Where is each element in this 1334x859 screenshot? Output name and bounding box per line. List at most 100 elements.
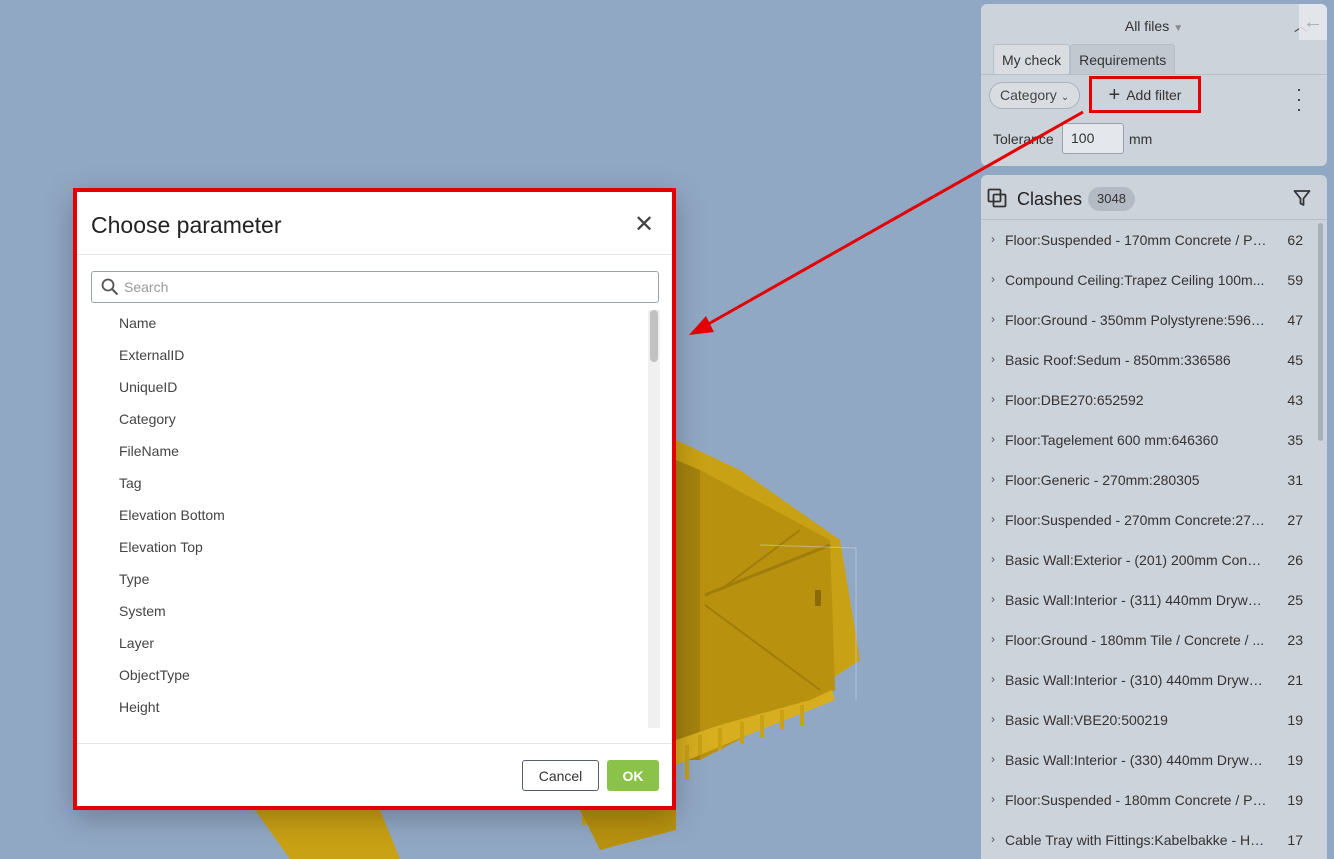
clash-item-count: 21 (1287, 672, 1303, 688)
parameter-option[interactable]: System (77, 595, 647, 627)
chevron-right-icon[interactable]: › (991, 552, 995, 566)
parameter-option[interactable]: Type (77, 563, 647, 595)
cancel-button[interactable]: Cancel (522, 760, 599, 791)
files-selector[interactable]: All files ▼ (981, 18, 1327, 34)
clash-item-count: 25 (1287, 592, 1303, 608)
clash-list-scrollbar[interactable] (1318, 223, 1323, 441)
parameter-option[interactable]: Height (77, 691, 647, 723)
chevron-right-icon[interactable]: › (991, 472, 995, 486)
parameter-option[interactable]: Layer (77, 627, 647, 659)
clash-row[interactable]: › Floor:Tagelement 600 mm:646360 35 (981, 420, 1315, 460)
clash-item-count: 17 (1287, 832, 1303, 848)
clashes-count-badge: 3048 (1088, 187, 1135, 211)
parameter-option[interactable]: UniqueID (77, 371, 647, 403)
files-label[interactable]: All files (1125, 18, 1169, 34)
chevron-right-icon[interactable]: › (991, 592, 995, 606)
clash-row[interactable]: › Cable Tray with Fittings:Kabelbakke - H… (981, 820, 1315, 859)
clash-row[interactable]: › Basic Wall:VBE20:500219 19 (981, 700, 1315, 740)
dialog-title: Choose parameter (91, 212, 282, 238)
check-settings-panel: All files▼ ︿ ← My check Requirements Cat… (981, 4, 1327, 166)
choose-parameter-dialog: Choose parameter ✕ NameExternalIDUniqueI… (73, 188, 676, 810)
plus-icon: + (1108, 83, 1121, 106)
clash-row[interactable]: › Basic Wall:Interior - (310) 440mm Drywa… (981, 660, 1315, 700)
chevron-right-icon[interactable]: › (991, 632, 995, 646)
chevron-right-icon[interactable]: › (991, 352, 995, 366)
chevron-right-icon[interactable]: › (991, 832, 995, 846)
chevron-right-icon[interactable]: › (991, 432, 995, 446)
clash-row[interactable]: › Floor:Suspended - 170mm Concrete / Po..… (981, 220, 1315, 260)
tab-requirements[interactable]: Requirements (1070, 44, 1176, 75)
parameter-option[interactable]: Elevation Bottom (77, 499, 647, 531)
clash-name: Floor:Ground - 180mm Tile / Concrete / .… (1005, 632, 1265, 648)
chevron-right-icon[interactable]: › (991, 672, 995, 686)
chevron-right-icon[interactable]: › (991, 392, 995, 406)
scrollbar-thumb[interactable] (650, 310, 658, 362)
search-input[interactable] (124, 272, 644, 302)
ok-button[interactable]: OK (607, 760, 659, 791)
clash-name: Floor:Generic - 270mm:280305 (1005, 472, 1200, 488)
chevron-down-icon: ⌄ (1060, 92, 1070, 103)
chevron-right-icon[interactable]: › (991, 512, 995, 526)
chevron-right-icon[interactable]: › (991, 752, 995, 766)
parameter-list-scrollbar[interactable] (648, 310, 660, 728)
chevron-right-icon[interactable]: › (991, 312, 995, 326)
clash-item-count: 45 (1287, 352, 1303, 368)
clash-row[interactable]: › Floor:DBE270:652592 43 (981, 380, 1315, 420)
clash-row[interactable]: › Basic Roof:Sedum - 850mm:336586 45 (981, 340, 1315, 380)
chevron-right-icon[interactable]: › (991, 792, 995, 806)
clash-item-count: 26 (1287, 552, 1303, 568)
clash-row[interactable]: › Compound Ceiling:Trapez Ceiling 100m...… (981, 260, 1315, 300)
category-chip-label: Category (1000, 87, 1057, 103)
parameter-option[interactable]: ExternalID (77, 339, 647, 371)
clash-name: Floor:Suspended - 270mm Concrete:275... (1005, 512, 1267, 528)
tolerance-input[interactable]: 100 (1062, 123, 1124, 154)
clash-item-count: 19 (1287, 712, 1303, 728)
clash-name: Basic Roof:Sedum - 850mm:336586 (1005, 352, 1231, 368)
arrow-left-icon[interactable]: ← (1299, 4, 1327, 40)
chevron-right-icon[interactable]: › (991, 712, 995, 726)
clash-name: Floor:Suspended - 180mm Concrete / Po... (1005, 792, 1267, 808)
more-options-icon[interactable]: · · · (1296, 80, 1302, 118)
clash-row[interactable]: › Floor:Suspended - 180mm Concrete / Po..… (981, 780, 1315, 820)
search-box[interactable] (91, 271, 659, 303)
tab-bar: My check Requirements (993, 44, 1176, 75)
add-filter-button[interactable]: + Add filter (1089, 76, 1201, 113)
parameter-option[interactable]: Category (77, 403, 647, 435)
close-icon[interactable]: ✕ (634, 210, 654, 239)
clash-row[interactable]: › Floor:Ground - 350mm Polystyrene:5966..… (981, 300, 1315, 340)
clash-item-count: 43 (1287, 392, 1303, 408)
parameter-option[interactable]: Elevation Top (77, 531, 647, 563)
clash-name: Basic Wall:Interior - (330) 440mm Drywa.… (1005, 752, 1267, 768)
clash-row[interactable]: › Floor:Suspended - 270mm Concrete:275...… (981, 500, 1315, 540)
clash-item-count: 19 (1287, 752, 1303, 768)
clash-name: Floor:Ground - 350mm Polystyrene:5966... (1005, 312, 1267, 328)
clash-row[interactable]: › Basic Wall:Interior - (311) 440mm Drywa… (981, 580, 1315, 620)
add-filter-label: Add filter (1126, 86, 1182, 103)
clash-item-count: 47 (1287, 312, 1303, 328)
parameter-option[interactable]: FileName (77, 435, 647, 467)
clash-item-count: 35 (1287, 432, 1303, 448)
clash-row[interactable]: › Floor:Ground - 180mm Tile / Concrete / … (981, 620, 1315, 660)
tab-my-check[interactable]: My check (993, 44, 1071, 75)
clash-row[interactable]: › Basic Wall:Interior - (330) 440mm Drywa… (981, 740, 1315, 780)
clash-name: Basic Wall:Exterior - (201) 200mm Concr.… (1005, 552, 1267, 568)
dialog-divider (77, 254, 672, 255)
clash-row[interactable]: › Floor:Generic - 270mm:280305 31 (981, 460, 1315, 500)
tab-divider (981, 74, 1327, 75)
tolerance-label: Tolerance (993, 131, 1054, 147)
category-filter-chip[interactable]: Category ⌄ (989, 82, 1081, 109)
filter-icon[interactable] (1293, 189, 1311, 207)
parameter-option[interactable]: Name (77, 307, 647, 339)
clash-name: Floor:DBE270:652592 (1005, 392, 1144, 408)
caret-down-icon[interactable]: ▼ (1173, 23, 1183, 34)
tolerance-unit: mm (1129, 131, 1153, 147)
clash-row[interactable]: › Basic Wall:Exterior - (201) 200mm Concr… (981, 540, 1315, 580)
parameter-option[interactable]: Tag (77, 467, 647, 499)
chevron-right-icon[interactable]: › (991, 272, 995, 286)
clash-item-count: 62 (1287, 232, 1303, 248)
clash-list: › Floor:Suspended - 170mm Concrete / Po..… (981, 220, 1315, 859)
clash-name: Basic Wall:VBE20:500219 (1005, 712, 1168, 728)
clash-item-count: 23 (1287, 632, 1303, 648)
parameter-option[interactable]: ObjectType (77, 659, 647, 691)
chevron-right-icon[interactable]: › (991, 232, 995, 246)
